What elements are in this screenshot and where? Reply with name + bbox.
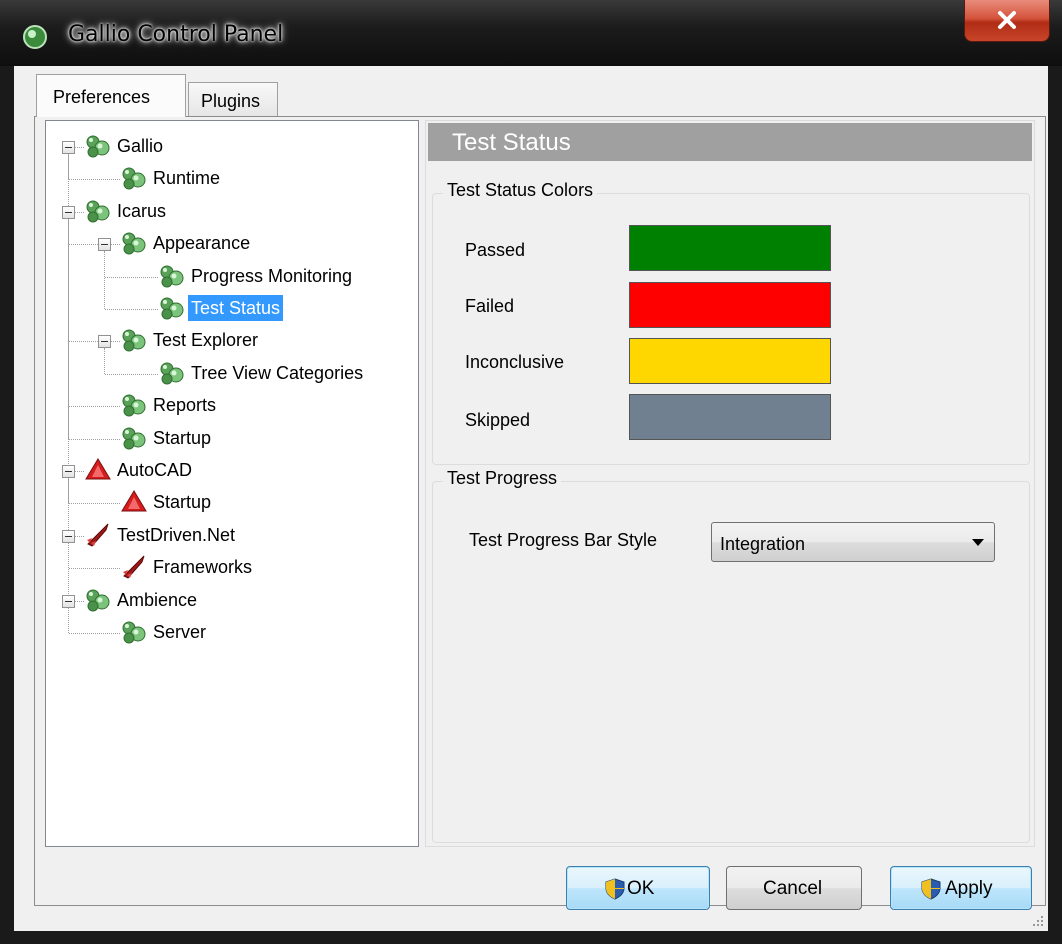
settings-panel: Test Status Test Status Colors Passed Fa… [425,120,1035,847]
tree-connector-vertical [104,348,105,374]
button-label: OK [627,878,655,899]
test-progress-group: Test Progress Test Progress Bar Style In… [432,468,1030,843]
tree-item-label[interactable]: Runtime [150,165,223,191]
group-title: Test Progress [443,468,562,489]
tree-connector-horizontal [105,309,158,310]
test-status-colors-group: Test Status Colors Passed Failed Inconcl… [432,180,1030,465]
tree-item-label[interactable]: Frameworks [150,554,255,580]
gallio-icon [120,392,148,418]
ok-button[interactable]: OK [566,866,710,910]
gallio-icon [120,327,148,353]
tree-item-label[interactable]: Test Explorer [150,327,261,353]
tree-item-label[interactable]: Server [150,619,209,645]
tree-item-label[interactable]: Icarus [114,198,169,224]
collapse-icon[interactable] [98,238,111,252]
tree-connector-horizontal [105,373,158,375]
collapse-icon[interactable] [62,529,75,543]
collapse-icon[interactable] [62,465,75,478]
uac-shield-icon [921,878,941,900]
group-title: Test Status Colors [443,180,598,201]
tree-item-label[interactable]: TestDriven.Net [114,522,238,548]
gallio-icon [120,619,148,645]
title-bar[interactable]: Gallio Control Panel [0,0,1062,66]
tree-item-label[interactable]: Reports [150,392,219,418]
gallio-icon [120,230,148,256]
tree-item-label[interactable]: Appearance [150,230,253,256]
apply-button[interactable]: Apply [890,866,1032,910]
tab-label: Preferences [53,87,151,107]
inconclusive-label: Inconclusive [465,352,565,372]
resize-grip-icon[interactable] [1032,915,1044,927]
progress-bar-style-dropdown[interactable]: Integration [711,522,995,562]
client-area: Preferences Plugins Gallio Runtime Icarus A… [14,66,1048,931]
tree-item-label[interactable]: Startup [150,425,214,451]
preferences-tree[interactable]: Gallio Runtime Icarus Appearance Progress Mo… [45,120,419,847]
tree-item-label[interactable]: Startup [150,489,214,515]
cancel-button[interactable]: Cancel [726,866,862,910]
failed-color-swatch[interactable] [629,282,831,328]
inconclusive-color-swatch[interactable] [629,338,831,384]
section-header: Test Status [428,123,1032,161]
collapse-icon[interactable] [62,594,75,608]
tree-connector-horizontal [105,276,158,278]
button-label: Cancel [763,878,823,899]
gallio-icon [84,587,112,613]
tree-item-label[interactable]: Ambience [114,587,200,613]
tree-connector-horizontal [69,568,120,570]
tree-item-label[interactable]: Test Status [188,295,284,321]
dropdown-value: Integration [720,534,806,554]
gallio-icon [120,425,148,451]
collapse-icon[interactable] [62,141,75,154]
close-icon [998,11,1016,29]
uac-shield-icon [605,878,625,900]
tree-connector-horizontal [69,633,120,634]
button-label: Apply [945,878,993,899]
failed-label: Failed [465,296,515,316]
tree-connector-vertical [68,607,69,633]
close-button[interactable] [964,0,1050,42]
passed-color-swatch[interactable] [629,225,831,271]
tree-connector-horizontal [69,438,120,440]
tab-preferences[interactable]: Preferences [36,74,186,117]
gallio-icon [120,165,148,191]
gallio-icon [158,360,186,386]
progress-bar-style-label: Test Progress Bar Style [469,530,658,550]
tree-item-label[interactable]: Tree View Categories [188,360,366,386]
tree-connector-horizontal [69,179,120,181]
gallio-icon [84,133,112,159]
autocad-icon [84,457,112,483]
collapse-icon[interactable] [98,335,111,349]
tree-connector-horizontal [69,406,120,408]
tree-connector-horizontal [69,503,120,505]
tree-connector-vertical [104,251,105,309]
preferences-tab-page: Gallio Runtime Icarus Appearance Progress Mo… [34,116,1046,906]
chevron-down-icon [972,539,984,546]
gallio-icon [158,263,186,289]
collapse-icon[interactable] [62,205,75,219]
tree-item-label[interactable]: Gallio [114,133,166,159]
gallio-control-panel-window: Gallio Control Panel Preferences Plugins… [0,0,1062,944]
rocket-icon [120,554,148,580]
window-title: Gallio Control Panel [68,22,284,47]
gallio-icon [84,198,112,224]
skipped-label: Skipped [465,410,531,430]
tree-connector-horizontal [69,244,120,246]
tab-label: Plugins [201,91,261,111]
tree-item-label[interactable]: Progress Monitoring [188,263,355,289]
app-icon [23,25,47,49]
tree-connector-horizontal [69,341,120,343]
section-title: Test Status [452,129,571,156]
rocket-icon [84,522,112,548]
skipped-color-swatch[interactable] [629,394,831,440]
tree-item-label[interactable]: AutoCAD [114,457,195,483]
tab-plugins[interactable]: Plugins [188,82,278,116]
autocad-icon [120,489,148,515]
gallio-icon [158,295,186,321]
passed-label: Passed [465,240,526,260]
